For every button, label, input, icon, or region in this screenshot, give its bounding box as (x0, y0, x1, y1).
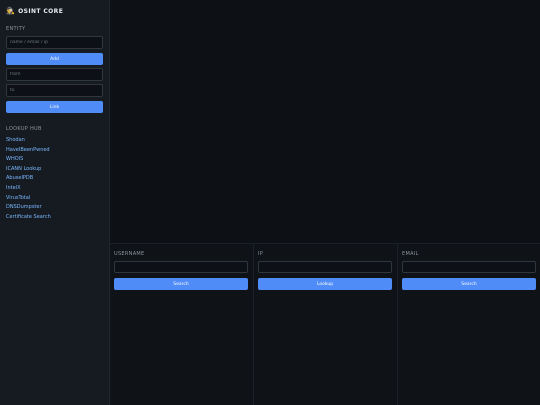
username-input[interactable] (114, 261, 248, 273)
username-label: USERNAME (114, 251, 145, 257)
search-panels: USERNAME Search IP Lookup EMAIL Search (110, 243, 540, 405)
link-from-input[interactable] (6, 68, 103, 81)
lookup-link-icann[interactable]: ICANN Lookup (6, 165, 51, 175)
link-button[interactable]: Link (6, 101, 103, 113)
link-to-input[interactable] (6, 84, 103, 97)
username-panel: USERNAME Search (110, 244, 253, 405)
brand: 🕵 OSINT CORE (6, 6, 63, 16)
detective-icon: 🕵 (6, 6, 16, 15)
username-search-button[interactable]: Search (114, 278, 248, 290)
email-label: EMAIL (402, 251, 419, 257)
add-entity-button[interactable]: Add (6, 53, 103, 65)
ip-label: IP (258, 251, 264, 257)
lookup-link-certificate-search[interactable]: Certificate Search (6, 213, 51, 223)
entity-input[interactable] (6, 36, 103, 49)
email-input[interactable] (402, 261, 536, 273)
lookup-link-haveibeenpwned[interactable]: HaveIBeenPwned (6, 146, 51, 156)
brand-title: OSINT CORE (18, 7, 64, 15)
lookup-link-whois[interactable]: WHOIS (6, 155, 51, 165)
ip-input[interactable] (258, 261, 392, 273)
graph-canvas[interactable] (110, 0, 540, 243)
lookup-link-dnsdumpster[interactable]: DNSDumpster (6, 203, 51, 213)
lookup-link-shodan[interactable]: Shodan (6, 136, 51, 146)
lookup-link-virustotal[interactable]: VirusTotal (6, 194, 51, 204)
email-search-button[interactable]: Search (402, 278, 536, 290)
lookup-hub-list: Shodan HaveIBeenPwned WHOIS ICANN Lookup… (6, 136, 51, 222)
ip-panel: IP Lookup (253, 244, 396, 405)
lookup-hub-label: LOOKUP HUB (6, 126, 42, 132)
entity-section-label: ENTITY (6, 26, 26, 32)
app-window: 🕵 OSINT CORE ENTITY Add Link LOOKUP HUB … (0, 0, 540, 405)
lookup-link-intelx[interactable]: IntelX (6, 184, 51, 194)
sidebar: 🕵 OSINT CORE ENTITY Add Link LOOKUP HUB … (0, 0, 110, 405)
lookup-link-abuseipdb[interactable]: AbuseIPDB (6, 174, 51, 184)
email-panel: EMAIL Search (397, 244, 540, 405)
ip-lookup-button[interactable]: Lookup (258, 278, 392, 290)
